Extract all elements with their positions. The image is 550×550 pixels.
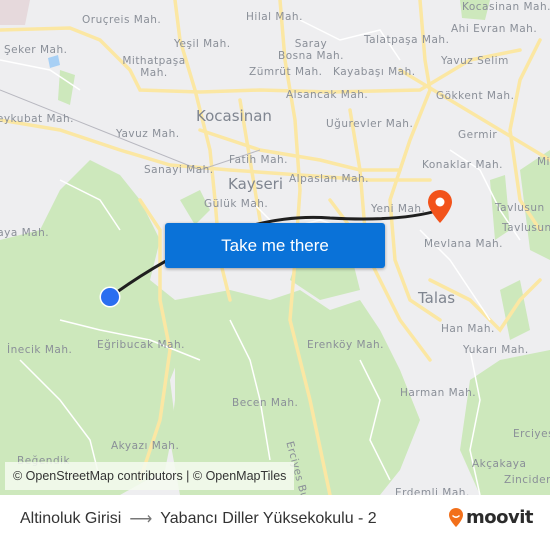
map-label: İnecik Mah. xyxy=(7,344,73,356)
map-label: Yukarı Mah. xyxy=(463,344,529,356)
map-label: Fatih Mah. xyxy=(229,154,289,166)
map-label: Alsancak Mah. xyxy=(286,89,369,101)
moovit-logo[interactable]: moovit xyxy=(448,507,534,528)
map-label: Mi xyxy=(537,156,550,168)
map-label: Zümrüt Mah. xyxy=(249,66,323,78)
map-label: Germir xyxy=(458,129,498,141)
destination-stop-name: Yabancı Diller Yüksekokulu - 2 xyxy=(160,510,377,527)
park-area xyxy=(0,0,30,25)
map-label: Mevlana Mah. xyxy=(424,238,503,250)
map-label: Saray Bosna Mah. xyxy=(277,38,344,62)
map-label: Harman Mah. xyxy=(400,387,477,399)
map-label: Keykubat Mah. xyxy=(0,113,74,125)
map-label: Ahi Evran Mah. xyxy=(451,23,538,35)
map-label: Eğribucak Mah. xyxy=(97,339,185,351)
map-attribution[interactable]: © OpenStreetMap contributors | © OpenMap… xyxy=(5,462,295,490)
map-label: Şeker Mah. xyxy=(4,44,68,56)
map-label: Sanayi Mah. xyxy=(144,164,214,176)
park-area xyxy=(58,70,75,105)
moovit-wordmark: moovit xyxy=(466,507,534,528)
map-label: Kayabaşı Mah. xyxy=(333,66,416,78)
city-label: Kocasinan xyxy=(196,107,272,125)
moovit-pin-icon xyxy=(449,507,463,527)
origin-marker-icon[interactable] xyxy=(98,285,122,309)
map-label: Oruçreis Mah. xyxy=(82,14,162,26)
map-label: Konaklar Mah. xyxy=(422,159,503,171)
city-label: Kayseri xyxy=(228,175,284,193)
map-label: Alpaslan Mah. xyxy=(289,173,369,185)
map-label: Yavuz Mah. xyxy=(116,128,180,140)
water-area xyxy=(48,55,60,68)
map-label: Gülük Mah. xyxy=(204,198,269,210)
map-label: Zincidere xyxy=(504,474,550,486)
map-label: Gökkent Mah. xyxy=(436,90,515,102)
map-view[interactable]: Oruçreis Mah. Hilal Mah. Kocasinan Mah. … xyxy=(0,0,550,495)
destination-pin-icon[interactable] xyxy=(426,190,454,224)
city-label: Talas xyxy=(418,289,456,307)
map-label: Mithatpaşa Mah. xyxy=(122,55,186,79)
map-label: Yavuz Selim xyxy=(441,55,509,67)
arrow-right-icon: ⟶ xyxy=(129,511,153,528)
map-label: Yeni Mah. xyxy=(371,203,426,215)
map-label: Becen Mah. xyxy=(232,397,299,409)
take-me-there-button[interactable]: Take me there xyxy=(165,223,385,268)
map-label: Kocasinan Mah. xyxy=(462,1,550,13)
map-label: Yeşil Mah. xyxy=(174,38,231,50)
map-label: Uğurevler Mah. xyxy=(326,118,414,130)
origin-stop-name: Altinoluk Girisi xyxy=(20,510,122,527)
map-label: Erenköy Mah. xyxy=(307,339,385,351)
map-label: Akyazı Mah. xyxy=(111,440,180,452)
map-label: Hilal Mah. xyxy=(246,11,303,23)
map-label: Tavlusun xyxy=(495,202,545,214)
map-label: Talatpaşa Mah. xyxy=(364,34,450,46)
map-label: Han Mah. xyxy=(441,323,495,335)
route-summary: Altinoluk Girisi ⟶ Yabancı Diller Yüksek… xyxy=(20,509,377,529)
map-label: Akçakaya xyxy=(472,458,527,470)
map-label: Erciyes xyxy=(513,428,550,440)
map-label: Tavlusun xyxy=(502,222,550,234)
map-label: Erdemli Mah. xyxy=(395,487,470,495)
map-label: Kaya Mah. xyxy=(0,227,50,239)
